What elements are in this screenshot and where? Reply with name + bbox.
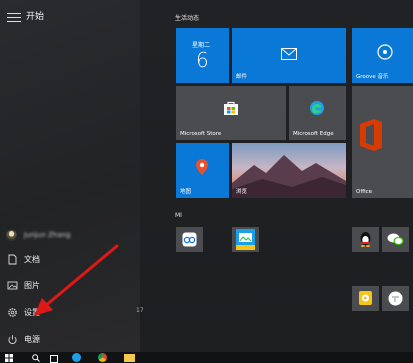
- office-icon: [360, 119, 382, 151]
- windows-start-icon[interactable]: [5, 354, 13, 362]
- app-icon: [359, 291, 372, 305]
- tile-maps-label: 地图: [180, 189, 192, 195]
- tile-store-label: Microsoft Store: [180, 131, 222, 137]
- edge-taskbar-icon[interactable]: [72, 353, 81, 362]
- nav-documents[interactable]: 文档: [6, 252, 136, 268]
- nav-documents-label: 文档: [24, 255, 40, 264]
- app-icon: [182, 232, 197, 247]
- hamburger-menu-icon[interactable]: [7, 10, 21, 24]
- start-left-panel: 开始 Junjun Zhang 文档 图片 设置 电源: [0, 0, 140, 352]
- picture-icon: [7, 281, 18, 290]
- calendar-day: 6: [196, 48, 209, 72]
- tile-wechat[interactable]: [382, 227, 409, 252]
- edge-browser-icon: [310, 101, 324, 115]
- document-icon: [8, 254, 17, 265]
- tile-app-small-2[interactable]: [232, 227, 259, 252]
- tile-app-small-5[interactable]: [352, 286, 379, 311]
- search-icon[interactable]: [32, 354, 40, 362]
- tile-qq[interactable]: [352, 227, 379, 252]
- tile-office-label: Office: [356, 189, 373, 195]
- taskbar: [0, 352, 413, 363]
- mountain-landscape-icon: [232, 155, 346, 198]
- nav-settings-label: 设置: [24, 308, 40, 317]
- user-account[interactable]: Junjun Zhang: [6, 228, 136, 244]
- tile-maps[interactable]: 地图: [176, 143, 229, 198]
- tile-wallpaper-label: 浏览: [236, 189, 248, 195]
- nav-power-label: 电源: [24, 335, 40, 344]
- file-explorer-icon[interactable]: [124, 354, 135, 362]
- tile-app-small-1[interactable]: [176, 227, 203, 252]
- group-mi-title: MI: [175, 212, 182, 219]
- nav-pictures[interactable]: 图片: [6, 278, 136, 294]
- tile-mail-label: 邮件: [236, 74, 248, 80]
- chrome-taskbar-icon[interactable]: [98, 353, 107, 362]
- mail-icon: [281, 48, 297, 60]
- partial-number: 17: [136, 307, 144, 314]
- map-pin-icon: [196, 159, 208, 175]
- app-icon: [236, 229, 255, 250]
- avatar: [6, 230, 17, 241]
- power-icon: [8, 335, 17, 345]
- group-life-title: 生活动态: [175, 15, 200, 22]
- tiles-panel: 生活动态 星期二 6 邮件 Groove 音乐 Microsoft Store: [136, 0, 413, 352]
- nav-power[interactable]: 电源: [6, 332, 136, 348]
- tile-office[interactable]: Office: [352, 86, 413, 198]
- tile-wallpaper[interactable]: 浏览: [232, 143, 346, 198]
- tile-app-small-6[interactable]: [382, 286, 409, 311]
- qq-penguin-icon: [360, 232, 371, 247]
- store-bag-icon: [224, 101, 238, 115]
- tile-store[interactable]: Microsoft Store: [176, 86, 286, 140]
- tile-edge[interactable]: Microsoft Edge: [289, 86, 346, 140]
- app-icon: [388, 291, 403, 306]
- tile-groove[interactable]: Groove 音乐: [352, 28, 413, 83]
- tile-calendar[interactable]: 星期二 6: [176, 28, 229, 83]
- user-name: Junjun Zhang: [24, 231, 71, 239]
- gear-icon: [8, 308, 17, 317]
- nav-settings[interactable]: 设置: [6, 305, 136, 321]
- task-view-icon[interactable]: [50, 355, 58, 363]
- tile-edge-label: Microsoft Edge: [293, 131, 334, 137]
- tile-groove-label: Groove 音乐: [356, 74, 389, 80]
- wechat-icon: [387, 233, 404, 245]
- groove-music-icon: [377, 44, 393, 60]
- tile-mail[interactable]: 邮件: [232, 28, 346, 83]
- start-title: 开始: [26, 12, 45, 22]
- nav-pictures-label: 图片: [24, 281, 40, 290]
